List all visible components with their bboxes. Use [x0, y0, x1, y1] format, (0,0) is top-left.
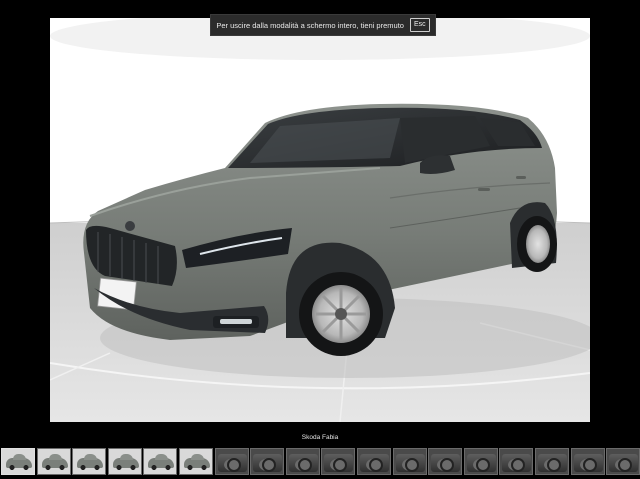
gallery-thumbnail[interactable] — [285, 448, 320, 475]
interior-preview — [395, 454, 425, 472]
fullscreen-notice-text: Per uscire dalla modalità a schermo inte… — [216, 20, 404, 30]
interior-preview — [324, 454, 354, 472]
car-preview — [6, 454, 32, 470]
gallery-thumbnail[interactable] — [250, 448, 285, 475]
gallery-thumbnail[interactable] — [143, 448, 178, 475]
interior-preview — [431, 454, 461, 472]
gallery-thumbnail[interactable] — [356, 448, 391, 475]
interior-preview — [253, 454, 283, 472]
interior-preview — [537, 454, 567, 472]
photo-caption: Skoda Fabia — [301, 434, 339, 441]
interior-preview — [609, 454, 639, 472]
gallery-thumbnail[interactable] — [107, 448, 142, 475]
gallery-thumbnail[interactable] — [534, 448, 569, 475]
car-preview — [148, 454, 175, 470]
gallery-thumbnail[interactable] — [321, 448, 356, 475]
gallery-thumbnail[interactable] — [606, 448, 640, 475]
fullscreen-notice: Per uscire dalla modalità a schermo inte… — [210, 14, 436, 36]
esc-key-badge: Esc — [409, 18, 430, 32]
thumbnail-strip — [0, 448, 640, 476]
gallery-thumbnail[interactable] — [214, 448, 249, 475]
gallery-thumbnail[interactable] — [392, 448, 427, 475]
gallery-thumbnail[interactable] — [463, 448, 498, 475]
car-photo — [50, 18, 590, 422]
car-preview — [77, 454, 104, 470]
gallery-thumbnail[interactable] — [428, 448, 463, 475]
interior-preview — [466, 454, 496, 472]
gallery-thumbnail[interactable] — [1, 448, 35, 475]
gallery-thumbnail[interactable] — [570, 448, 605, 475]
interior-preview — [573, 454, 603, 472]
car-preview — [41, 454, 68, 470]
interior-preview — [217, 454, 247, 472]
gallery-thumbnail[interactable] — [178, 448, 213, 475]
interior-preview — [502, 454, 532, 472]
interior-preview — [288, 454, 318, 472]
gallery-thumbnail[interactable] — [36, 448, 71, 475]
gallery-thumbnail[interactable] — [72, 448, 107, 475]
car-preview — [183, 454, 210, 470]
car-preview — [112, 454, 139, 470]
gallery-thumbnail[interactable] — [499, 448, 534, 475]
main-photo[interactable] — [50, 18, 590, 422]
interior-preview — [359, 454, 389, 472]
